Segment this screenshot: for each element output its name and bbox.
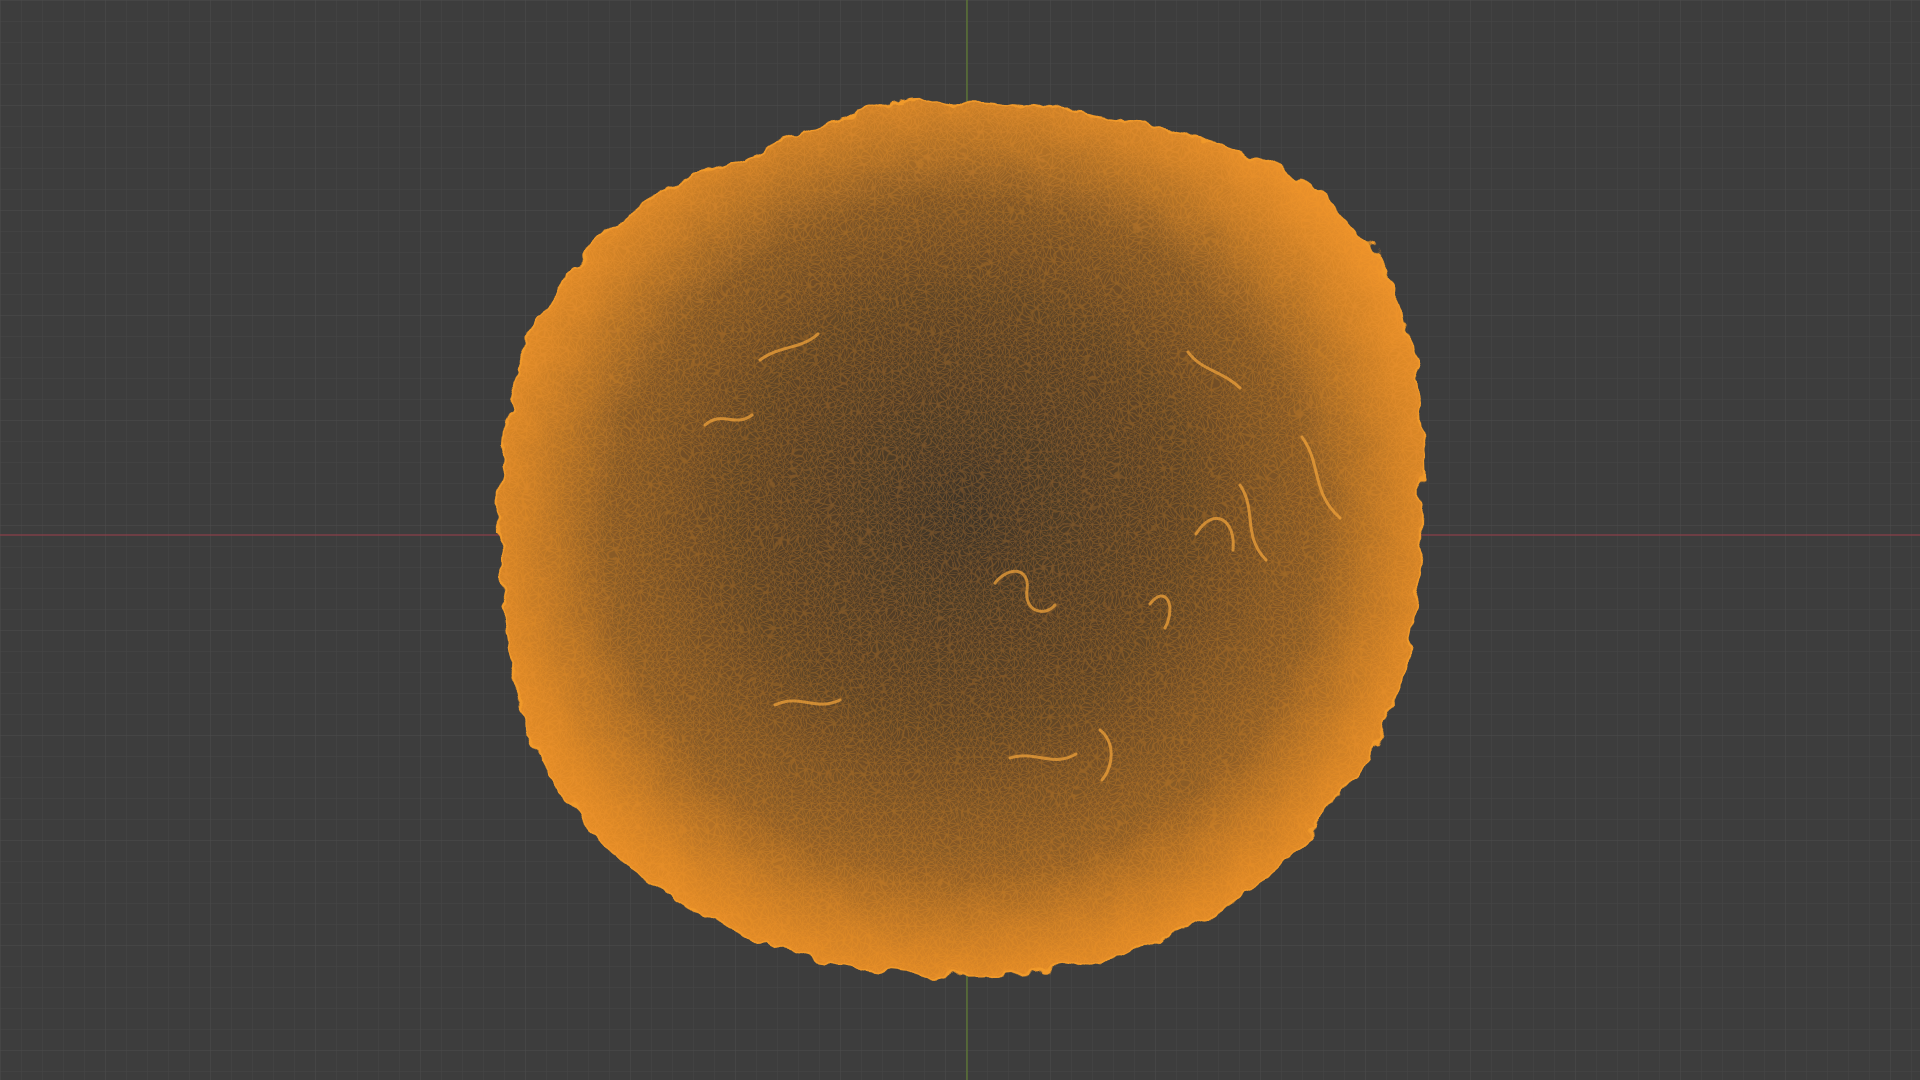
viewport-canvas[interactable]: [0, 0, 1920, 1080]
3d-viewport[interactable]: [0, 0, 1920, 1080]
mesh-object[interactable]: [501, 100, 1424, 977]
mesh-edge-highlight: [501, 100, 1424, 977]
